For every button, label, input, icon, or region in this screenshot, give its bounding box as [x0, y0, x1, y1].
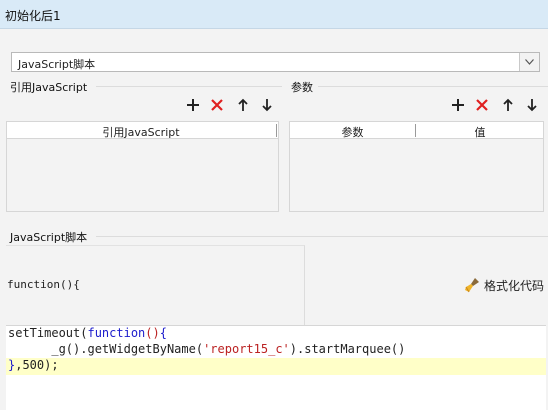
- move-param-up-button[interactable]: [500, 97, 516, 113]
- add-ref-button[interactable]: [185, 97, 201, 113]
- refs-table[interactable]: 引用JavaScript: [6, 121, 279, 212]
- arrow-down-icon: [262, 99, 272, 112]
- add-param-button[interactable]: [450, 97, 466, 113]
- dialog-title: 初始化后1: [5, 9, 61, 23]
- column-separator: [276, 124, 277, 137]
- script-divider: [96, 236, 548, 237]
- code-line-2: _g().getWidgetByName('report15_c').start…: [8, 342, 406, 356]
- refs-section-label: 引用JavaScript: [10, 81, 88, 94]
- refs-divider: [96, 86, 282, 87]
- params-section-label: 参数: [291, 81, 313, 94]
- script-type-value: JavaScript脚本: [18, 58, 96, 71]
- function-header: function(){: [7, 278, 80, 291]
- red-x-icon: [211, 99, 223, 111]
- format-code-label: 格式化代码: [484, 279, 545, 293]
- red-x-icon: [476, 99, 488, 111]
- broom-icon: [465, 278, 479, 293]
- code-line-3: },500);: [8, 358, 59, 372]
- move-ref-down-button[interactable]: [259, 97, 275, 113]
- param-value-column-header[interactable]: 值: [417, 124, 543, 140]
- move-ref-up-button[interactable]: [235, 97, 251, 113]
- param-name-column-header[interactable]: 参数: [290, 124, 415, 140]
- refs-table-header: 引用JavaScript: [7, 122, 278, 139]
- code-line-1: setTimeout(function(){: [8, 326, 167, 340]
- arrow-down-icon: [527, 99, 537, 112]
- chevron-down-icon[interactable]: [519, 53, 539, 71]
- column-separator: [415, 124, 416, 137]
- remove-ref-button[interactable]: [209, 97, 225, 113]
- refs-column-header[interactable]: 引用JavaScript: [7, 124, 275, 140]
- script-editor[interactable]: setTimeout(function(){ _g().getWidgetByN…: [6, 325, 546, 410]
- params-table-header: 参数 值: [290, 122, 543, 139]
- plus-icon: [452, 99, 464, 111]
- plus-icon: [187, 99, 199, 111]
- params-table[interactable]: 参数 值: [289, 121, 544, 212]
- params-divider: [318, 86, 548, 87]
- remove-param-button[interactable]: [474, 97, 490, 113]
- dialog-titlebar: 初始化后1: [0, 0, 548, 29]
- move-param-down-button[interactable]: [524, 97, 540, 113]
- arrow-up-icon: [503, 98, 513, 111]
- function-header-area: function(){: [6, 245, 305, 325]
- current-line-highlight: [6, 358, 546, 375]
- arrow-up-icon: [238, 98, 248, 111]
- script-type-select[interactable]: JavaScript脚本: [11, 52, 540, 72]
- script-section-label: JavaScript脚本: [10, 231, 88, 244]
